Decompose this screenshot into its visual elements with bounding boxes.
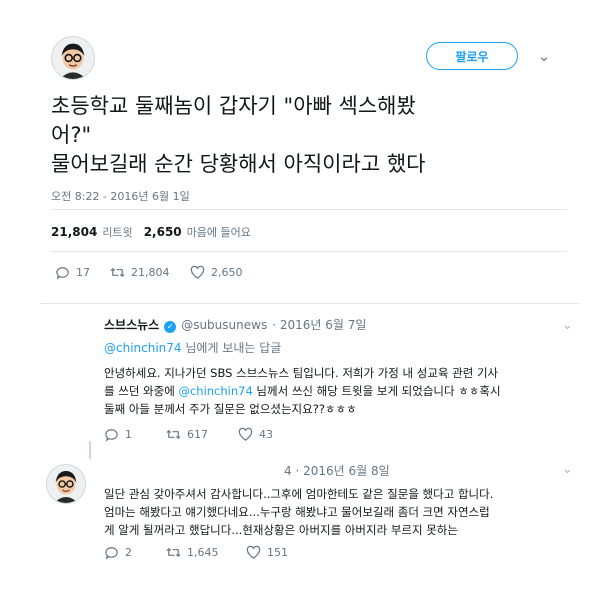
thread-line xyxy=(89,441,91,459)
reply-count: 1 xyxy=(125,428,132,441)
reply-to-suffix: 님에게 보내는 답글 xyxy=(181,341,282,355)
retweet-button[interactable]: 1,645 xyxy=(166,545,246,560)
author-avatar[interactable] xyxy=(51,36,95,80)
reply-body-text: 를 쓰던 와중에 xyxy=(104,384,179,398)
retweet-action-count: 21,804 xyxy=(131,266,170,279)
reply-body-line: 안녕하세요. 지나가던 SBS 스브스뉴스 팀입니다. 저희가 가정 내 성교육… xyxy=(104,366,499,380)
divider xyxy=(51,209,567,210)
body-mention[interactable]: @chinchin74 xyxy=(178,384,252,398)
verified-badge-icon: ✓ xyxy=(164,321,177,333)
reply-body-line: 게 알게 될꺼라고 했답니다...현재상황은 아버지를 아버지라 부르지 못하는 xyxy=(104,523,458,537)
reply-icon xyxy=(56,267,69,280)
reply-tweet: 스브스뉴스 ✓ @subusunews · 2016년 6월 7일 @chinc… xyxy=(104,316,584,418)
tweet-text-line: 물어보길래 순간 당황해서 아직이라고 했다 xyxy=(51,152,426,176)
follow-button[interactable]: 팔로우 xyxy=(426,42,518,70)
reply-body: 일단 관심 갖아주셔서 감사합니다..그후에 엄마한테도 같은 질문을 했다고 … xyxy=(104,485,600,539)
reply-button[interactable]: 1 xyxy=(104,427,166,442)
reply-author-name[interactable]: 스브스뉴스 xyxy=(104,316,159,333)
like-count-label[interactable]: 마음에 들어요 xyxy=(187,224,251,240)
reply-header: 4 · 2016년 6월 8일 xyxy=(104,462,584,479)
reply-button[interactable]: 17 xyxy=(55,265,110,280)
retweet-icon xyxy=(166,429,181,440)
divider xyxy=(40,303,580,304)
reply-date[interactable]: · 2016년 6월 7일 xyxy=(272,316,366,333)
retweet-action-count: 1,645 xyxy=(187,546,219,559)
retweet-button[interactable]: 617 xyxy=(166,427,238,442)
like-action-count: 43 xyxy=(259,428,273,441)
retweet-icon xyxy=(110,267,125,278)
reply-actions: 2 1,645 151 xyxy=(104,545,288,560)
tweet-stats: 21,804 리트윗 2,650 마음에 들어요 xyxy=(51,224,251,240)
tweet-text-line: 초등학교 둘째놈이 갑자기 "아빠 섹스해봤 xyxy=(51,94,416,118)
tweet-text-line: 어?" xyxy=(51,123,92,147)
retweet-count[interactable]: 21,804 xyxy=(51,225,97,239)
author-avatar[interactable] xyxy=(46,464,86,504)
reply-body-line: 일단 관심 갖아주셔서 감사합니다..그후에 엄마한테도 같은 질문을 했다고 … xyxy=(104,487,494,501)
like-action-count: 151 xyxy=(267,546,288,559)
replying-to: @chinchin74 님에게 보내는 답글 xyxy=(104,339,584,356)
reply-count: 17 xyxy=(76,266,90,279)
reply-body-line: 를 쓰던 와중에 @chinchin74 님께서 쓰신 해당 트윗을 보게 되었… xyxy=(104,382,600,400)
retweet-action-count: 617 xyxy=(187,428,208,441)
reply-date[interactable]: 4 · 2016년 6월 8일 xyxy=(284,462,390,479)
retweet-icon xyxy=(166,547,181,558)
reply-body-text: 님께서 쓰신 해당 트윗을 보게 되었습니다 ㅎㅎ혹시 xyxy=(252,384,501,398)
reply-body-line: 둘째 아들 분께서 주가 질문은 없으셨는지요??ㅎㅎㅎ xyxy=(104,402,357,416)
reply-count: 2 xyxy=(125,546,132,559)
reply-body-line: 엄마는 해봤다고 얘기했다네요...누구랑 해봤냐고 물어보길래 좀더 크면 자… xyxy=(104,505,490,519)
reply-author-handle[interactable]: @subusunews xyxy=(181,318,267,332)
like-action-count: 2,650 xyxy=(211,266,243,279)
more-options-icon[interactable]: ⌄ xyxy=(562,462,574,477)
heart-icon xyxy=(190,265,205,279)
divider xyxy=(51,251,567,252)
heart-icon xyxy=(246,545,261,559)
like-count[interactable]: 2,650 xyxy=(144,225,182,239)
reply-button[interactable]: 2 xyxy=(104,545,166,560)
tweet-timestamp[interactable]: 오전 8:22 - 2016년 6월 1일 xyxy=(51,188,190,204)
reply-tweet: 4 · 2016년 6월 8일 일단 관심 갖아주셔서 감사합니다..그후에 엄… xyxy=(104,462,584,539)
retweet-count-label[interactable]: 리트윗 xyxy=(102,224,132,240)
reply-icon xyxy=(105,547,118,560)
heart-icon xyxy=(238,427,253,441)
more-options-icon[interactable]: ⌄ xyxy=(562,318,574,333)
reply-to-mention[interactable]: @chinchin74 xyxy=(104,341,182,355)
like-button[interactable]: 151 xyxy=(246,545,288,560)
retweet-button[interactable]: 21,804 xyxy=(110,265,190,280)
reply-body: 안녕하세요. 지나가던 SBS 스브스뉴스 팀입니다. 저희가 가정 내 성교육… xyxy=(104,364,600,418)
like-button[interactable]: 43 xyxy=(238,427,273,442)
like-button[interactable]: 2,650 xyxy=(190,265,243,280)
reply-icon xyxy=(105,429,118,442)
reply-header: 스브스뉴스 ✓ @subusunews · 2016년 6월 7일 xyxy=(104,316,584,333)
chevron-down-icon[interactable]: ⌄ xyxy=(532,44,556,68)
tweet-text: 초등학교 둘째놈이 갑자기 "아빠 섹스해봤 어?" 물어보길래 순간 당황해서… xyxy=(51,92,571,179)
reply-actions: 1 617 43 xyxy=(104,427,273,442)
subusunews-avatar[interactable] xyxy=(49,322,85,358)
tweet-actions: 17 21,804 2,650 xyxy=(55,265,243,280)
